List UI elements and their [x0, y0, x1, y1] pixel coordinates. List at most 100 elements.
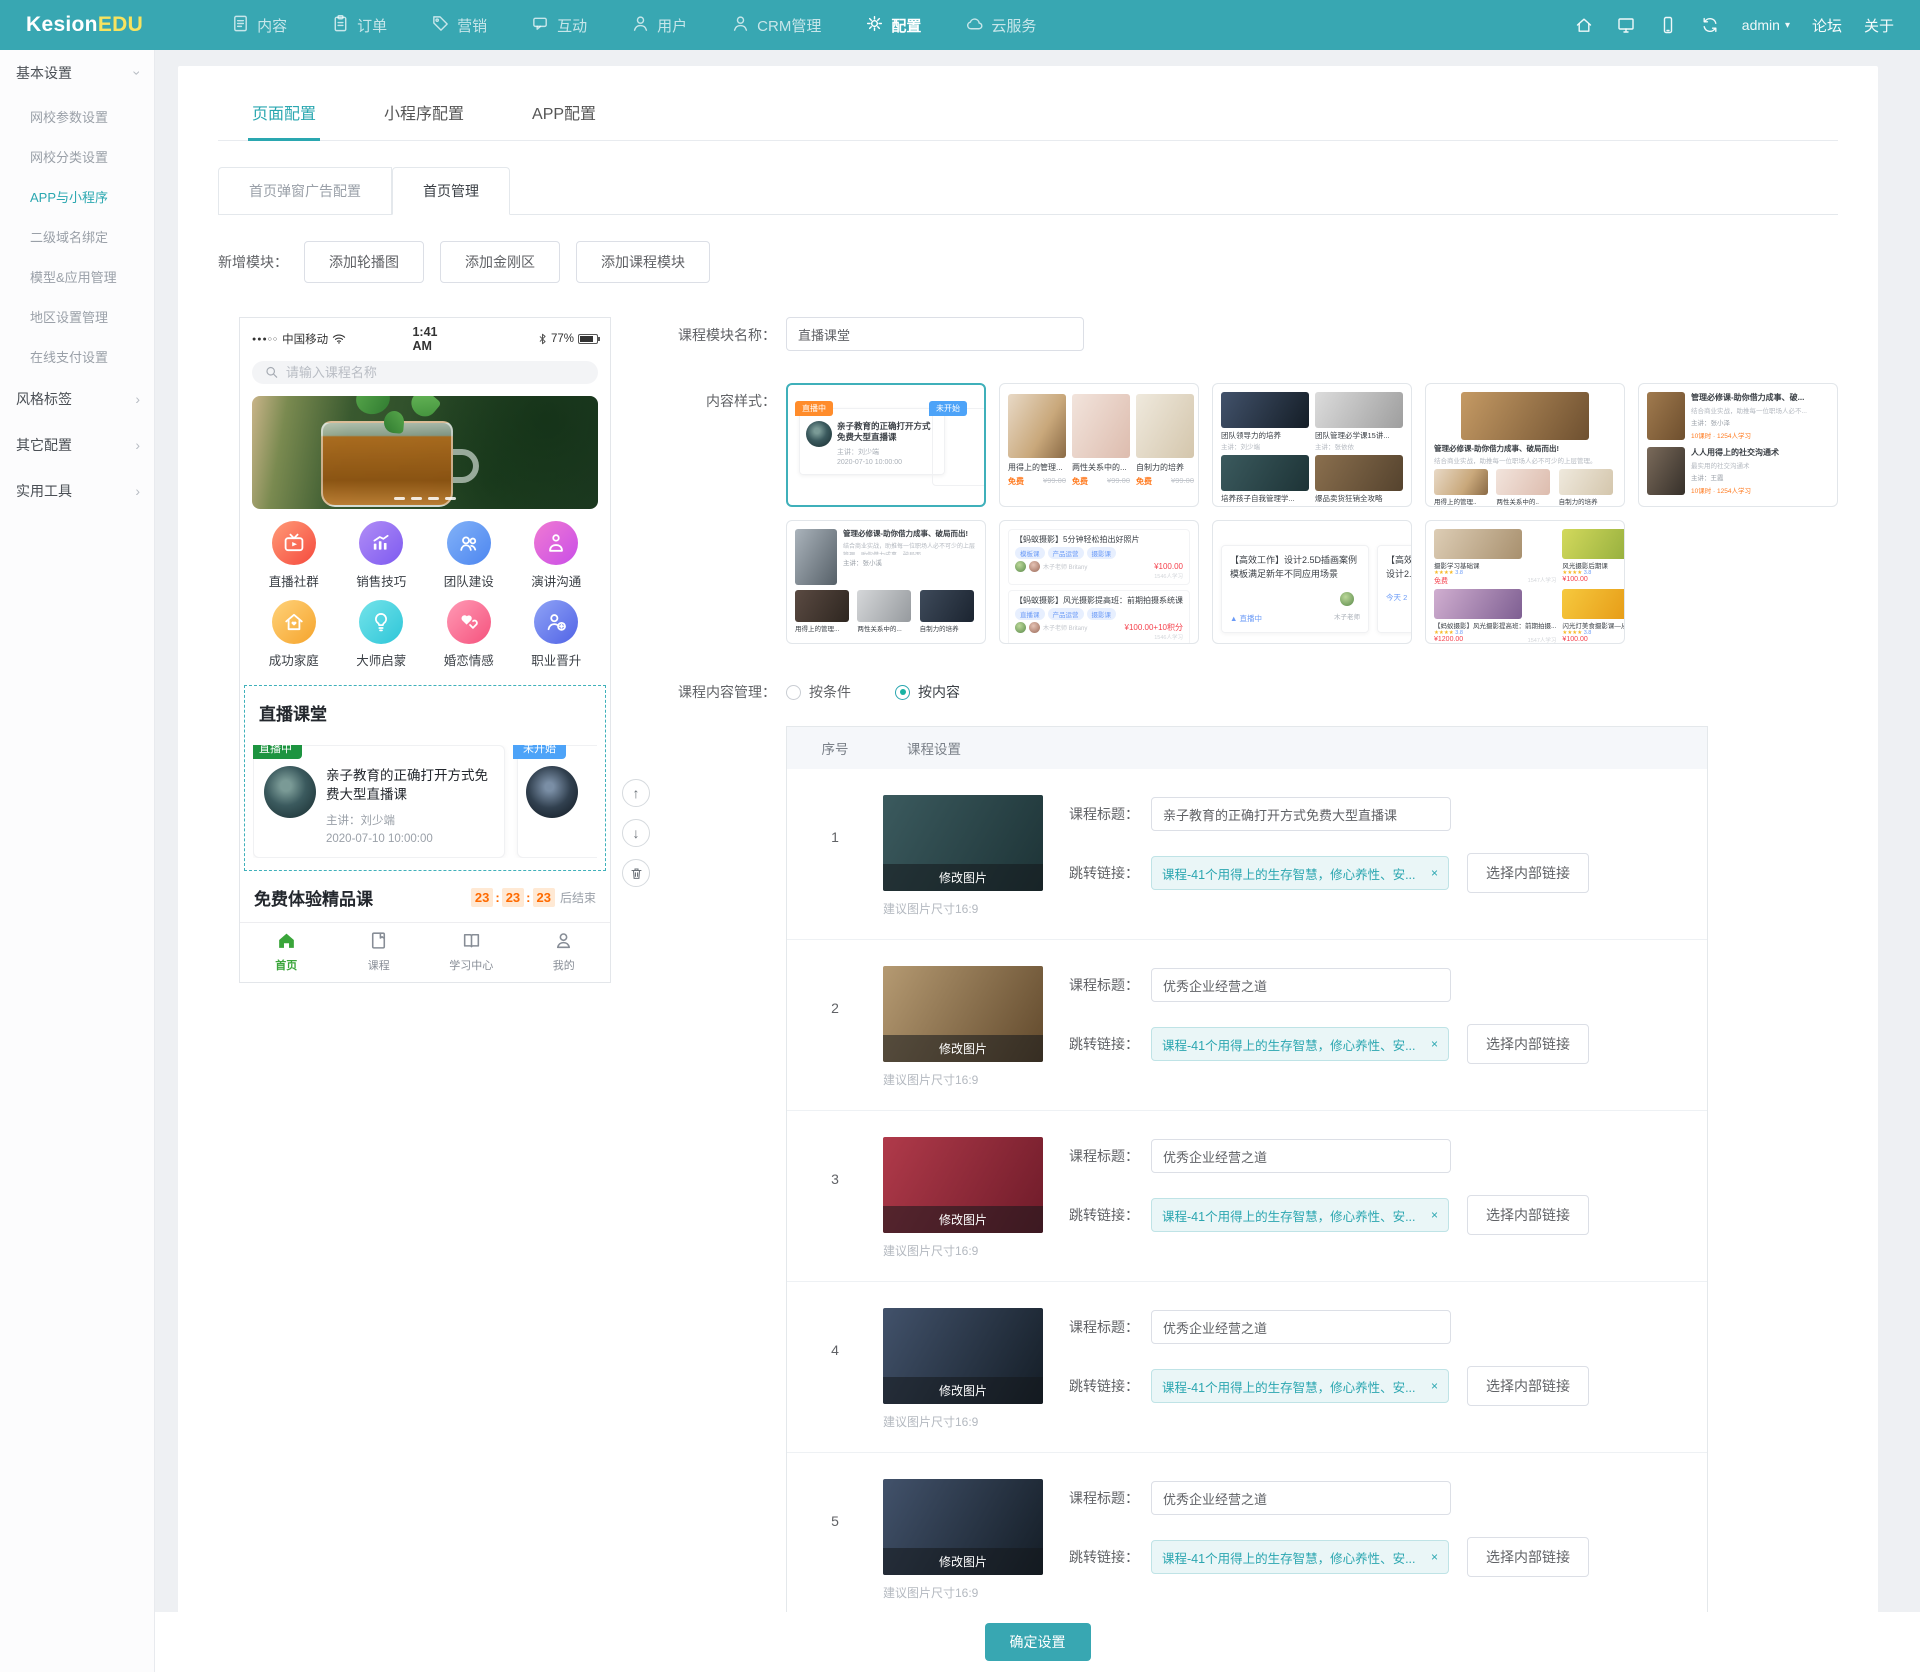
edit-image-overlay[interactable]: 修改图片 — [883, 1377, 1043, 1404]
carousel-banner[interactable] — [252, 395, 598, 509]
link-tag[interactable]: 课程-41个用得上的生存智慧，修心养性、安... × — [1151, 1198, 1449, 1232]
course-module-selected[interactable]: 直播课堂 直播中 亲子教育的正确打开方式免费大型直播课 主讲：刘少端 2020-… — [244, 684, 606, 871]
quick-nav-职业晋升[interactable]: 职业晋升 — [513, 599, 601, 669]
countdown-chip: 23 — [470, 888, 494, 907]
course-title-input[interactable] — [1151, 1481, 1451, 1515]
sidebar-item-网校分类设置[interactable]: 网校分类设置 — [0, 136, 154, 176]
sidebar-group-基本设置[interactable]: 基本设置 › — [0, 50, 154, 96]
navbar-item-内容[interactable]: 内容 — [213, 0, 305, 50]
add-module-button-添加金刚区[interactable]: 添加金刚区 — [440, 241, 560, 283]
radio-按条件[interactable]: 按条件 — [786, 682, 851, 702]
navbar-item-营销[interactable]: 营销 — [413, 0, 505, 50]
sidebar-item-地区设置管理[interactable]: 地区设置管理 — [0, 296, 154, 336]
navbar-item-互动[interactable]: 互动 — [513, 0, 605, 50]
sidebar-group-实用工具[interactable]: 实用工具 › — [0, 468, 154, 514]
style-template-2[interactable]: 用得上的管理... 免费 ¥99.00 两性关系中的... 免费 ¥99.00 自制… — [999, 383, 1199, 507]
navbar-item-用户[interactable]: 用户 — [613, 0, 705, 50]
edit-image-overlay[interactable]: 修改图片 — [883, 1035, 1043, 1062]
move-up-button[interactable]: ↑ — [622, 779, 650, 807]
live-course-card[interactable]: 直播中 亲子教育的正确打开方式免费大型直播课 主讲：刘少端 2020-07-10… — [253, 744, 505, 858]
style-template-8[interactable]: 【高效工作】设计2.5D插画案例模板满足新年不同应用场景 ▲ 直播中 木子老师 … — [1212, 520, 1412, 644]
sidebar-item-网校参数设置[interactable]: 网校参数设置 — [0, 96, 154, 136]
style-template-5[interactable]: 管理必修课-助你借力成事、破... 结合商业实战，助推每一位职场人必不... 主… — [1638, 383, 1838, 507]
monitor-icon[interactable] — [1616, 15, 1636, 35]
course-image[interactable]: 修改图片 — [883, 795, 1043, 891]
add-module-button-添加轮播图[interactable]: 添加轮播图 — [304, 241, 424, 283]
app-logo[interactable]: KesionEDU — [26, 13, 143, 37]
forum-link[interactable]: 论坛 — [1812, 15, 1842, 36]
remove-link-icon[interactable]: × — [1431, 1379, 1438, 1393]
quick-nav-大师启蒙[interactable]: 大师启蒙 — [338, 599, 426, 669]
select-internal-link-button[interactable]: 选择内部链接 — [1467, 1537, 1589, 1577]
edit-image-overlay[interactable]: 修改图片 — [883, 1206, 1043, 1233]
select-internal-link-button[interactable]: 选择内部链接 — [1467, 1024, 1589, 1064]
navbar-item-配置[interactable]: 配置 — [847, 0, 939, 50]
module-name-input[interactable] — [786, 317, 1084, 351]
about-link[interactable]: 关于 — [1864, 15, 1894, 36]
sidebar-group-风格标签[interactable]: 风格标签 › — [0, 376, 154, 422]
sidebar-item-在线支付设置[interactable]: 在线支付设置 — [0, 336, 154, 376]
tab-页面配置[interactable]: 页面配置 — [218, 100, 350, 141]
sidebar-group-其它配置[interactable]: 其它配置 › — [0, 422, 154, 468]
style-template-7[interactable]: 【蚂蚁摄影】5分钟轻松拍出好照片 模板课 产品运营 摄影课 木子老师 Britany… — [999, 520, 1199, 644]
sidebar-item-模型&应用管理[interactable]: 模型&应用管理 — [0, 256, 154, 296]
remove-link-icon[interactable]: × — [1431, 1550, 1438, 1564]
course-image[interactable]: 修改图片 — [883, 966, 1043, 1062]
select-internal-link-button[interactable]: 选择内部链接 — [1467, 1366, 1589, 1406]
navbar-item-订单[interactable]: 订单 — [313, 0, 405, 50]
link-tag[interactable]: 课程-41个用得上的生存智慧，修心养性、安... × — [1151, 1369, 1449, 1403]
confirm-settings-button[interactable]: 确定设置 — [984, 1623, 1091, 1661]
edit-image-overlay[interactable]: 修改图片 — [883, 1548, 1043, 1575]
course-title-input[interactable] — [1151, 1310, 1451, 1344]
phone-tab-学习中心[interactable]: 学习中心 — [425, 930, 518, 973]
remove-link-icon[interactable]: × — [1431, 1208, 1438, 1222]
navbar-item-云服务[interactable]: 云服务 — [947, 0, 1054, 50]
sidebar-item-二级域名绑定[interactable]: 二级域名绑定 — [0, 216, 154, 256]
link-tag[interactable]: 课程-41个用得上的生存智慧，修心养性、安... × — [1151, 856, 1449, 890]
navbar-item-CRM管理[interactable]: CRM管理 — [713, 0, 839, 50]
quick-nav-团队建设[interactable]: 团队建设 — [425, 520, 513, 590]
style-template-9[interactable]: 摄影学习基础课 ★★★★ 3.8 免费 1547人学习 风光摄影后期课 ★★★★ … — [1425, 520, 1625, 644]
select-internal-link-button[interactable]: 选择内部链接 — [1467, 1195, 1589, 1235]
tab-小程序配置[interactable]: 小程序配置 — [350, 100, 498, 140]
course-image[interactable]: 修改图片 — [883, 1308, 1043, 1404]
refresh-icon[interactable] — [1700, 15, 1720, 35]
remove-link-icon[interactable]: × — [1431, 866, 1438, 880]
course-image[interactable]: 修改图片 — [883, 1479, 1043, 1575]
style-template-4[interactable]: 管理必修课-助你借力成事、破局而出! 结合商业实战，助推每一位职场人必不可少的上… — [1425, 383, 1625, 507]
style-template-3[interactable]: 团队领导力的培养 主讲：刘少端 团队管理必学课15讲... 主讲：张依依 培养孩… — [1212, 383, 1412, 507]
quick-nav-演讲沟通[interactable]: 演讲沟通 — [513, 520, 601, 590]
home-icon[interactable] — [1574, 15, 1594, 35]
sidebar-item-APP与小程序[interactable]: APP与小程序 — [0, 176, 154, 216]
link-tag[interactable]: 课程-41个用得上的生存智慧，修心养性、安... × — [1151, 1027, 1449, 1061]
quick-nav-直播社群[interactable]: 直播社群 — [250, 520, 338, 590]
mobile-icon[interactable] — [1658, 15, 1678, 35]
phone-tab-课程[interactable]: 课程 — [333, 930, 426, 973]
next-course-card[interactable]: 未开始 — [513, 744, 597, 858]
quick-nav-婚恋情感[interactable]: 婚恋情感 — [425, 599, 513, 669]
course-title-input[interactable] — [1151, 797, 1451, 831]
admin-menu[interactable]: admin ▾ — [1742, 17, 1790, 33]
style-template-6[interactable]: 管理必修课-助你借力成事、破局而出! 结合商业实战，助推每一位职场人必不可少的上… — [786, 520, 986, 644]
subtab-首页管理[interactable]: 首页管理 — [392, 167, 510, 215]
phone-search-input[interactable] — [285, 364, 586, 380]
course-title-input[interactable] — [1151, 1139, 1451, 1173]
phone-tab-首页[interactable]: 首页 — [240, 930, 333, 973]
navbar-item-label: 用户 — [657, 17, 688, 35]
select-internal-link-button[interactable]: 选择内部链接 — [1467, 853, 1589, 893]
style-template-1[interactable]: 直播中 亲子教育的正确打开方式免费大型直播课 主讲：刘少端 2020-07-10… — [786, 383, 986, 507]
delete-module-button[interactable] — [622, 859, 650, 887]
radio-按内容[interactable]: 按内容 — [895, 682, 960, 702]
remove-link-icon[interactable]: × — [1431, 1037, 1438, 1051]
edit-image-overlay[interactable]: 修改图片 — [883, 864, 1043, 891]
subtab-首页弹窗广告配置[interactable]: 首页弹窗广告配置 — [218, 167, 392, 214]
tab-APP配置[interactable]: APP配置 — [498, 100, 630, 140]
phone-tab-我的[interactable]: 我的 — [518, 930, 611, 973]
course-title-input[interactable] — [1151, 968, 1451, 1002]
link-tag[interactable]: 课程-41个用得上的生存智慧，修心养性、安... × — [1151, 1540, 1449, 1574]
quick-nav-销售技巧[interactable]: 销售技巧 — [338, 520, 426, 590]
course-image[interactable]: 修改图片 — [883, 1137, 1043, 1233]
add-module-button-添加课程模块[interactable]: 添加课程模块 — [576, 241, 710, 283]
quick-nav-成功家庭[interactable]: 成功家庭 — [250, 599, 338, 669]
move-down-button[interactable]: ↓ — [622, 819, 650, 847]
